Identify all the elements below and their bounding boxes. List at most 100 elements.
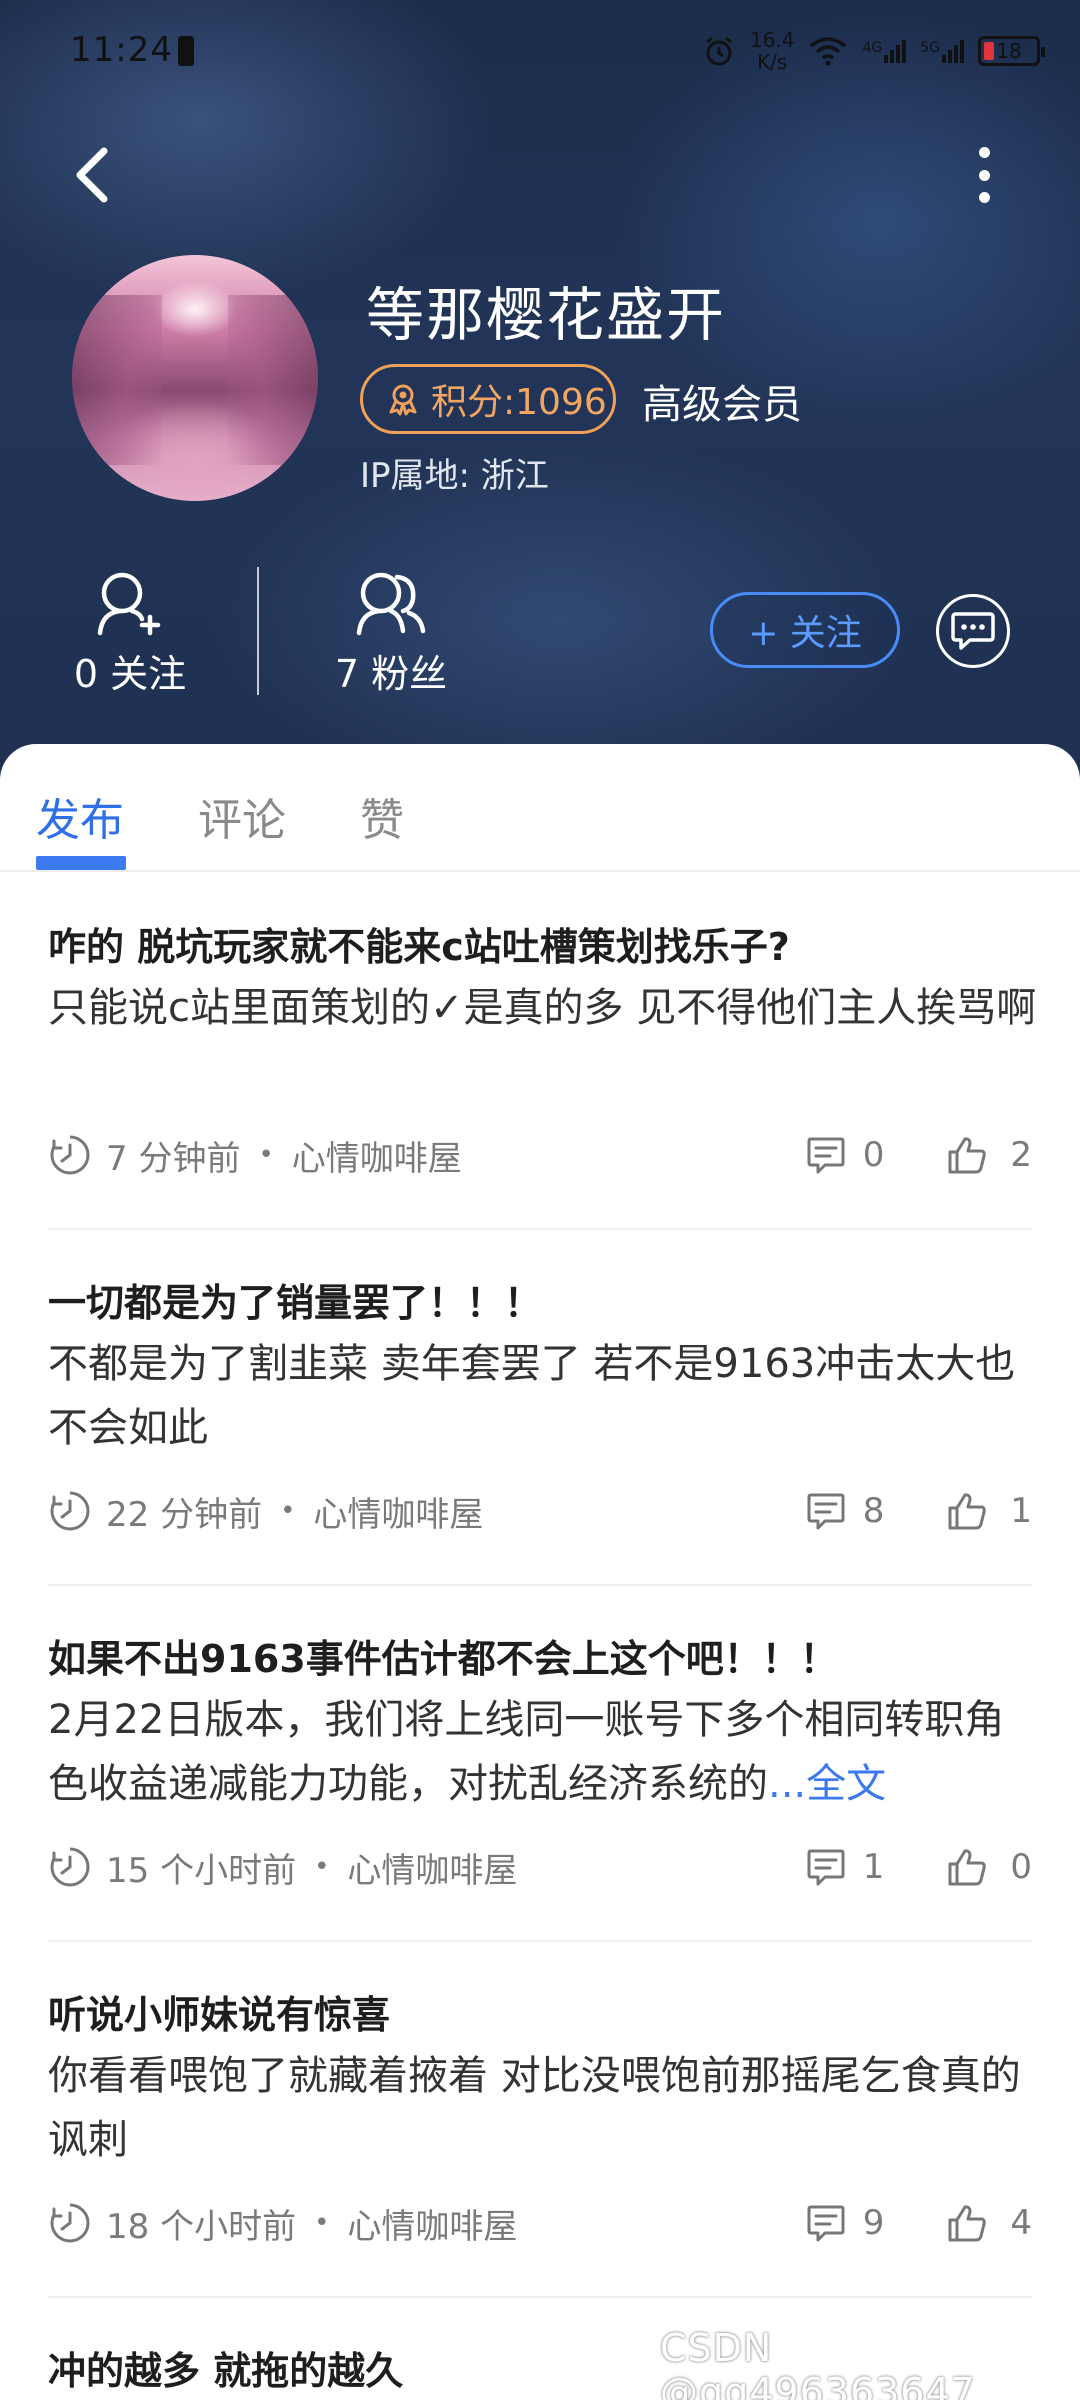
user-plus-icon (97, 572, 161, 636)
follow-button[interactable]: + 关注 (710, 592, 900, 668)
post-channel[interactable]: 心情咖啡屋 (292, 1131, 462, 1180)
post-feed: 咋的 脱坑玩家就不能来c站吐槽策划找乐子? 只能说c站里面策划的✓是真的多 见不… (0, 874, 1080, 2400)
post-channel[interactable]: 心情咖啡屋 (347, 1843, 517, 1892)
post-time: 15 个小时前 (106, 1850, 297, 1891)
post-meta: 7 分钟前 • 心情咖啡屋 0 2 (48, 1130, 1032, 1180)
more-dot (978, 192, 990, 203)
comment-icon (807, 1849, 845, 1886)
thumbs-up-icon (948, 1137, 987, 1174)
like-button[interactable]: 4 (946, 2202, 1032, 2244)
comment-count: 1 (862, 1847, 885, 1887)
content-sheet: 发布 评论 赞 咋的 脱坑玩家就不能来c站吐槽策划找乐子? 只能说c站里面策划的… (0, 744, 1080, 2400)
comment-icon (807, 2205, 845, 2242)
signal-4g: 4G (862, 39, 907, 63)
back-button[interactable] (68, 145, 118, 205)
net-speed-value: 16.4 (749, 28, 795, 52)
post-title: 听说小师妹说有惊喜 (48, 1993, 391, 2037)
post-item[interactable]: 一切都是为了销量罢了！！！ 不都是为了割韭菜 卖年套罢了 若不是9163冲击太大… (48, 1230, 1032, 1586)
status-icons: 16.4 K/s 4G 5G 18 (702, 26, 1045, 76)
post-body-text: 只能说c站里面策划的✓是真的多 见不得他们主人挨骂啊 (48, 985, 1037, 1031)
like-button[interactable]: 1 (946, 1490, 1032, 1532)
tab-indicator (36, 856, 126, 870)
meta-separator: • (258, 1140, 274, 1170)
post-item[interactable]: 如果不出9163事件估计都不会上这个吧！！！ 2月22日版本，我们将上线同一账号… (48, 1586, 1032, 1942)
username: 等那樱花盛开 (366, 281, 727, 349)
battery-level: 18 (996, 39, 1022, 63)
following-count: 0 关注 (73, 652, 187, 696)
tab-likes[interactable]: 赞 (360, 784, 404, 848)
comment-button[interactable]: 9 (805, 2202, 885, 2244)
thumbs-up-icon (948, 2205, 987, 2242)
chevron-left-icon (76, 147, 108, 203)
profile-header: 11:24 16.4 K/s 4G 5G 18 等那樱花盛开 积分:1096 高… (0, 0, 1080, 790)
avatar[interactable] (72, 255, 318, 501)
like-count: 4 (1010, 2203, 1032, 2243)
clock-icon (50, 1134, 90, 1175)
battery-saver-icon (178, 36, 194, 66)
post-title: 咋的 脱坑玩家就不能来c站吐槽策划找乐子? (48, 925, 790, 969)
post-body: 你看看喂饱了就藏着掖着 对比没喂饱前那摇尾乞食真的讽刺 (48, 2044, 1038, 2172)
tab-posts[interactable]: 发布 (36, 784, 124, 848)
comment-icon (807, 1493, 845, 1530)
alarm-icon (706, 36, 732, 66)
thumbs-up-icon (948, 1493, 987, 1530)
like-count: 2 (1010, 1135, 1032, 1175)
thumbs-up-icon (948, 1849, 987, 1886)
post-item[interactable]: 听说小师妹说有惊喜 你看看喂饱了就藏着掖着 对比没喂饱前那摇尾乞食真的讽刺 18… (48, 1942, 1032, 2298)
post-body: 不都是为了割韭菜 卖年套罢了 若不是9163冲击太大也不会如此 (48, 1332, 1038, 1460)
message-button[interactable] (936, 594, 1010, 668)
clock-icon (50, 1846, 90, 1887)
post-body-text: 你看看喂饱了就藏着掖着 对比没喂饱前那摇尾乞食真的讽刺 (48, 2053, 1021, 2163)
meta-separator: • (280, 1496, 296, 1526)
more-options-button[interactable] (966, 145, 1002, 205)
ip-location: IP属地: 浙江 (360, 456, 549, 496)
medal-icon (389, 384, 417, 416)
post-time: 7 分钟前 (106, 1138, 241, 1179)
status-time: 11:24 (70, 30, 173, 70)
clock-icon (50, 2202, 90, 2243)
like-button[interactable]: 2 (946, 1134, 1032, 1176)
like-count: 0 (1010, 1847, 1032, 1887)
member-level: 高级会员 (642, 382, 802, 428)
post-channel[interactable]: 心情咖啡屋 (347, 2199, 517, 2248)
battery-icon: 18 (978, 36, 1045, 66)
status-bar: 11:24 16.4 K/s 4G 5G 18 (0, 0, 1080, 100)
comment-button[interactable]: 0 (805, 1134, 885, 1176)
post-body: 只能说c站里面策划的✓是真的多 见不得他们主人挨骂啊 (48, 976, 1038, 1040)
users-icon (356, 572, 426, 636)
post-time: 18 个小时前 (106, 2206, 297, 2247)
comment-button[interactable]: 1 (805, 1846, 885, 1888)
fans-stat[interactable]: 7 粉丝 (316, 565, 466, 698)
comment-button[interactable]: 8 (805, 1490, 884, 1532)
follow-button-label: + 关注 (748, 613, 862, 654)
meta-separator: • (314, 1852, 330, 1882)
signal-4g-label: 4G (862, 39, 883, 56)
points-badge[interactable]: 积分:1096 (360, 364, 616, 434)
post-title: 如果不出9163事件估计都不会上这个吧！！！ (48, 1637, 838, 1681)
comment-icon (807, 1137, 845, 1174)
following-stat[interactable]: 0 关注 (62, 565, 198, 698)
comment-count: 9 (862, 2203, 885, 2243)
meta-separator: • (314, 2208, 330, 2238)
clock-icon (50, 1490, 90, 1531)
tab-bar: 发布 评论 赞 (0, 744, 1080, 872)
like-count: 1 (1010, 1491, 1032, 1531)
more-dot (978, 169, 990, 181)
post-body: 2月22日版本，我们将上线同一账号下多个相同转职角色收益递减能力功能，对扰乱经济… (48, 1688, 1038, 1816)
signal-5g: 5G (920, 39, 964, 63)
post-title: 冲的越多 就拖的越久 (48, 2349, 404, 2393)
net-speed-unit: K/s (757, 50, 788, 74)
signal-5g-label: 5G (920, 39, 940, 56)
fans-count: 7 粉丝 (334, 652, 448, 696)
tab-comments[interactable]: 评论 (198, 784, 286, 848)
comment-count: 0 (862, 1135, 885, 1175)
stat-divider (257, 567, 259, 695)
read-more-link[interactable]: ...全文 (768, 1761, 886, 1807)
post-channel[interactable]: 心情咖啡屋 (313, 1487, 483, 1536)
post-body-text: 不都是为了割韭菜 卖年套罢了 若不是9163冲击太大也不会如此 (48, 1341, 1016, 1451)
more-dot (978, 147, 990, 158)
watermark: CSDN @qq496363647 (660, 2326, 976, 2400)
like-button[interactable]: 0 (946, 1846, 1032, 1888)
post-item[interactable]: 咋的 脱坑玩家就不能来c站吐槽策划找乐子? 只能说c站里面策划的✓是真的多 见不… (48, 874, 1036, 1230)
chat-icon (951, 612, 995, 650)
